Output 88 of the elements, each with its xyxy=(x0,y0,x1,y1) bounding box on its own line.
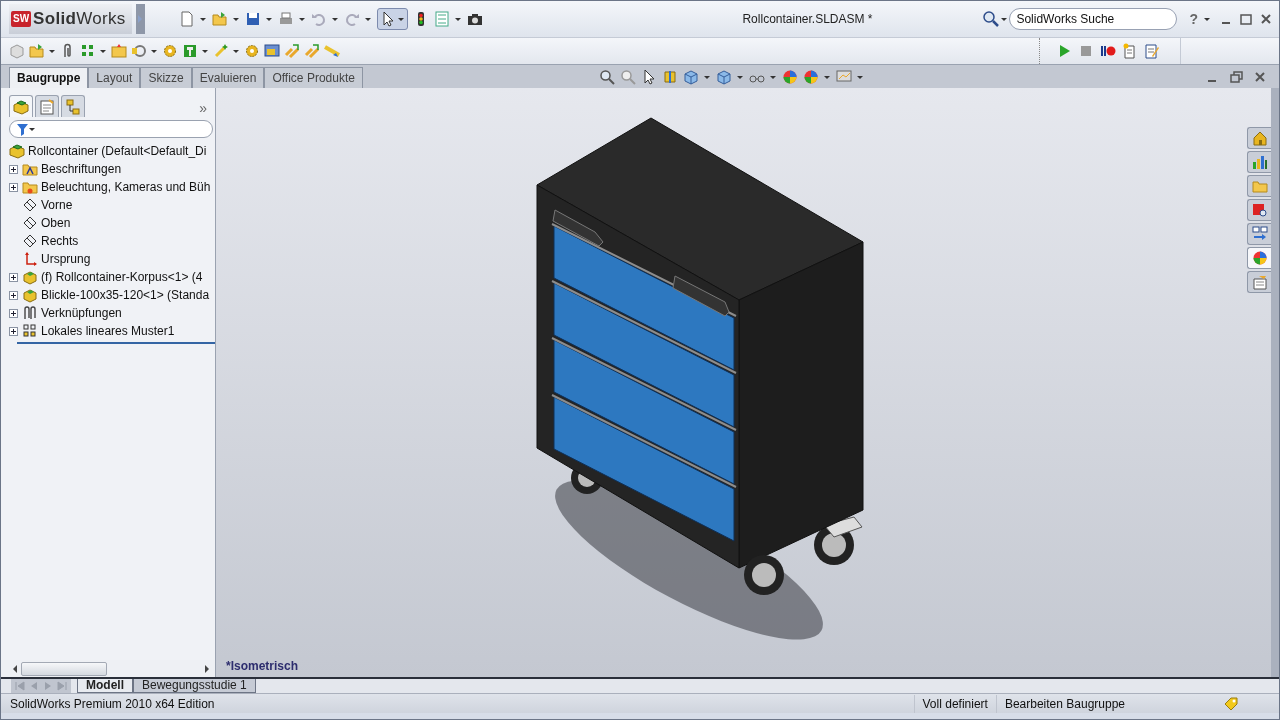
annotations-folder-icon xyxy=(22,161,38,177)
expand-icon[interactable] xyxy=(9,327,18,337)
command-tab[interactable]: Office Produkte xyxy=(264,67,363,88)
model-tab[interactable]: Modell xyxy=(77,679,133,693)
part-icon xyxy=(22,269,38,285)
task-pane-tab[interactable] xyxy=(1247,247,1271,269)
bar-chart-icon xyxy=(1251,154,1268,170)
feature-tree-icon xyxy=(13,98,29,115)
palette-icon xyxy=(1251,226,1268,242)
panel-tab[interactable] xyxy=(35,95,59,117)
tree-item[interactable]: (f) Rollcontainer-Korpus<1> (4 xyxy=(41,268,203,286)
plane-icon xyxy=(22,197,38,213)
task-pane-tab[interactable] xyxy=(1247,271,1271,293)
collapse-button[interactable]: » xyxy=(199,99,207,117)
plane-icon xyxy=(22,233,38,249)
tree-item[interactable]: Beschriftungen xyxy=(41,160,122,178)
tree-item[interactable]: Vorne xyxy=(41,196,73,214)
tree-item[interactable]: Lokales lineares Muster1 xyxy=(41,322,175,340)
assembly-icon xyxy=(9,143,25,159)
paperclips-icon xyxy=(22,305,38,321)
tree-item[interactable]: Rollcontainer (Default<Default_Di xyxy=(28,142,207,160)
window-icon[interactable] xyxy=(264,43,280,59)
filter-icon xyxy=(16,122,29,136)
command-tab[interactable]: Evaluieren xyxy=(191,67,265,88)
tree-item[interactable]: Verknüpfungen xyxy=(41,304,122,322)
task-pane-tab[interactable] xyxy=(1247,199,1271,221)
restore-icon[interactable] xyxy=(1229,69,1243,84)
folder-icon xyxy=(1251,178,1268,194)
task-pane-tab[interactable] xyxy=(1247,151,1271,173)
property-sheet-icon xyxy=(39,98,55,115)
expand-icon[interactable] xyxy=(9,165,18,175)
save-icon[interactable] xyxy=(244,11,261,27)
stop-icon[interactable] xyxy=(1078,43,1094,59)
lights-folder-icon xyxy=(22,179,38,195)
pattern-icon xyxy=(22,323,38,339)
command-tab[interactable]: Layout xyxy=(88,67,141,88)
select-button[interactable] xyxy=(376,8,408,30)
status-field: Bearbeiten Baugruppe xyxy=(995,694,1133,713)
window-title: Rollcontainer.SLDASM * xyxy=(742,12,873,26)
scrollbar-thumb[interactable] xyxy=(21,661,107,676)
close-icon[interactable] xyxy=(1259,12,1273,26)
task-pane-tab[interactable] xyxy=(1247,127,1271,149)
zoom-icon[interactable] xyxy=(598,68,615,85)
view-label: *Isometrisch xyxy=(226,658,299,675)
status-text: SolidWorks Premium 2010 x64 Edition xyxy=(10,695,215,713)
ruler-icon[interactable] xyxy=(324,43,340,59)
checklist-icon[interactable] xyxy=(433,11,450,27)
tree-item[interactable]: Ursprung xyxy=(41,250,91,268)
plane-icon xyxy=(22,215,38,231)
ring-icon[interactable] xyxy=(131,43,147,59)
panel-tab[interactable] xyxy=(9,95,33,117)
command-tab[interactable]: Skizze xyxy=(140,67,192,88)
menu-expand-handle[interactable] xyxy=(135,4,145,34)
task-pane-tab[interactable] xyxy=(1247,223,1271,245)
arrow-right-icon xyxy=(136,12,145,26)
tree-item[interactable]: Oben xyxy=(41,214,71,232)
tree-item[interactable]: Blickle-100x35-120<1> (Standa xyxy=(41,286,210,304)
maximize-icon[interactable] xyxy=(1239,12,1253,26)
command-tab[interactable]: Baugruppe xyxy=(9,67,89,88)
search-field[interactable]: SolidWorks Suche xyxy=(1009,8,1178,30)
model-tab[interactable]: Bewegungsstudie 1 xyxy=(133,679,256,693)
color-sphere-icon[interactable] xyxy=(781,68,798,85)
printer-icon[interactable] xyxy=(277,11,294,27)
expand-icon[interactable] xyxy=(9,273,18,283)
expand-icon[interactable] xyxy=(9,183,18,193)
tree-item[interactable]: Rechts xyxy=(41,232,79,250)
panel-tab[interactable] xyxy=(61,95,85,117)
properties-icon xyxy=(1251,274,1268,290)
home-icon xyxy=(1251,130,1268,146)
status-field: Voll definiert xyxy=(913,694,996,713)
origin-icon xyxy=(22,251,38,267)
camera-icon[interactable] xyxy=(466,11,483,27)
new-macro-icon[interactable] xyxy=(1122,43,1138,59)
close-icon[interactable] xyxy=(1253,69,1267,84)
color-sphere-icon xyxy=(1251,250,1268,266)
expand-icon[interactable] xyxy=(9,309,18,319)
filter-field[interactable] xyxy=(9,120,213,138)
logo-text: SolidWorks xyxy=(33,8,126,31)
help-button[interactable]: ? xyxy=(1187,8,1200,30)
edit-macro-icon[interactable] xyxy=(1144,43,1160,59)
part-icon xyxy=(22,287,38,303)
record-icon[interactable] xyxy=(1100,43,1116,59)
expand-icon[interactable] xyxy=(9,291,18,301)
logo-mark: SW xyxy=(11,11,32,27)
tag-icon[interactable] xyxy=(1223,695,1239,712)
configuration-icon xyxy=(65,98,81,115)
tree-item[interactable]: Beleuchtung, Kameras und Büh xyxy=(41,178,211,196)
color-sphere-icon[interactable] xyxy=(802,68,819,85)
